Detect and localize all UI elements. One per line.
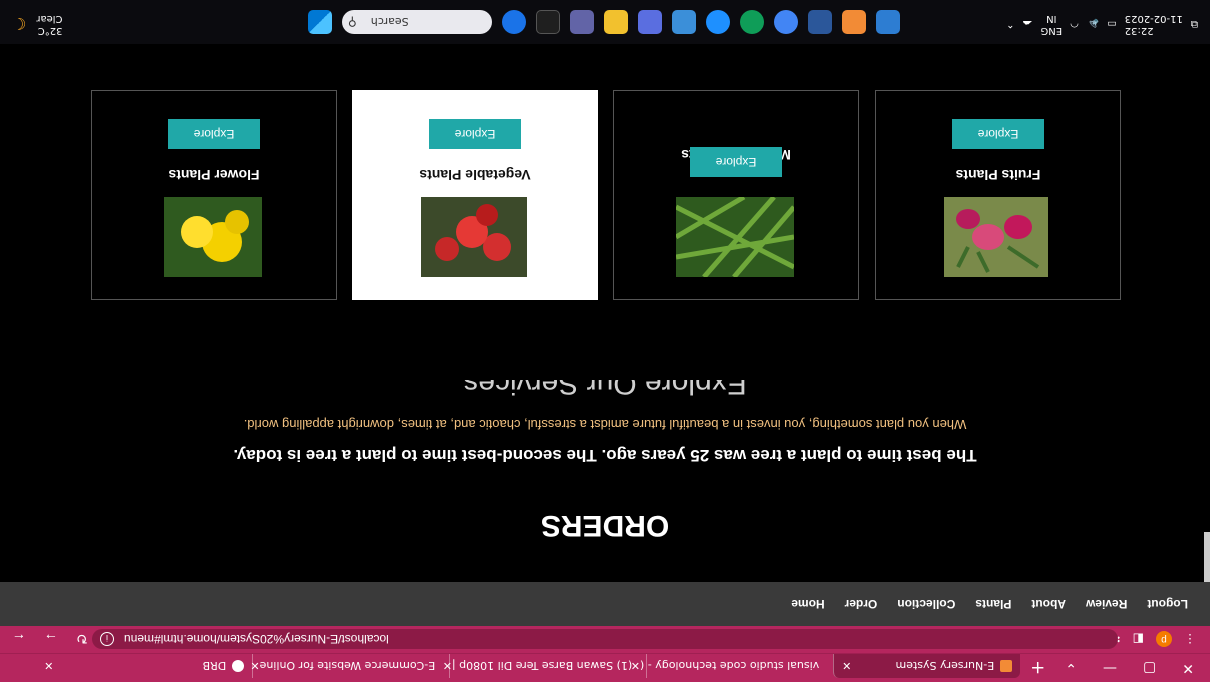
- search-placeholder: Search: [370, 15, 409, 29]
- clock[interactable]: 22:32 11-02-2023: [1125, 12, 1183, 36]
- store-icon[interactable]: [502, 10, 526, 34]
- orders-heading: ORDERS: [540, 509, 670, 542]
- url-field[interactable]: localhost/E-Nursery%20System/home.html#m…: [92, 629, 1118, 649]
- browser-icon[interactable]: [706, 10, 730, 34]
- minimize-window-icon[interactable]: —: [1103, 660, 1117, 676]
- rotated-screen: ✕ ▢ — ⌄ + E-Nursery System ✕ visual stud…: [0, 0, 1210, 682]
- site-navbar: Logout Review About Plants Collection Or…: [0, 582, 1210, 626]
- tab-search-icon[interactable]: ⌄: [1065, 660, 1077, 676]
- card-title: Flower Plants: [168, 167, 260, 183]
- menu-dots-icon[interactable]: ⋮: [1184, 632, 1196, 646]
- tab-label: E-Commerce Website for Online: [259, 659, 436, 673]
- info-icon[interactable]: i: [100, 632, 114, 646]
- card-title: Fruits Plants: [955, 167, 1041, 183]
- explore-vegetable-button[interactable]: Explore: [429, 119, 521, 149]
- language-indicator[interactable]: ENG IN: [1041, 12, 1063, 36]
- tab-label: (1) Sawan Barse Tere Dil 1080p |: [451, 659, 633, 673]
- vscode-icon[interactable]: [876, 10, 900, 34]
- system-tray: ⧉ 22:32 11-02-2023 ▭ 🔈 ◠ ENG IN ☁ ⌃: [1006, 12, 1198, 36]
- nav-review[interactable]: Review: [1086, 597, 1127, 611]
- wifi-icon[interactable]: ◠: [1070, 19, 1079, 30]
- notification-icon[interactable]: ⧉: [1191, 19, 1198, 30]
- explore-fruits-button[interactable]: Explore: [952, 119, 1044, 149]
- edge-icon[interactable]: [740, 10, 764, 34]
- flower-photo: [164, 197, 262, 277]
- meet-icon[interactable]: [570, 10, 594, 34]
- cloud-icon[interactable]: ☁: [1023, 19, 1033, 30]
- weather-widget[interactable]: 32°C Clear ☾: [12, 12, 63, 36]
- lang-code: ENG: [1040, 25, 1063, 36]
- globe-icon: [232, 660, 245, 672]
- xampp-icon: [1000, 660, 1013, 672]
- close-tab-icon[interactable]: ✕: [44, 660, 53, 673]
- nav-about[interactable]: About: [1031, 597, 1066, 611]
- tab-youtube[interactable]: (1) Sawan Barse Tere Dil 1080p | ✕: [443, 654, 647, 678]
- nav-plants[interactable]: Plants: [975, 597, 1011, 611]
- taskbar-search[interactable]: Search ⚲: [342, 10, 492, 34]
- weather-text-block: 32°C Clear: [36, 12, 62, 36]
- medicinal-photo: [676, 197, 794, 277]
- tab-vscode-search[interactable]: visual studio code technology - ( ✕: [631, 654, 834, 678]
- back-icon[interactable]: ←: [12, 630, 26, 647]
- close-window-icon[interactable]: ✕: [1182, 660, 1194, 676]
- windows-taskbar: ⧉ 22:32 11-02-2023 ▭ 🔈 ◠ ENG IN ☁ ⌃ Sear…: [0, 0, 1210, 44]
- tab-label: DRB: [202, 659, 227, 673]
- nav-order[interactable]: Order: [845, 597, 878, 611]
- nav-home[interactable]: Home: [791, 597, 824, 611]
- window-controls: ✕ ▢ — ⌄: [1055, 660, 1210, 676]
- sidebar-icon[interactable]: ◧: [1133, 632, 1144, 646]
- forward-icon[interactable]: →: [44, 630, 58, 647]
- word-icon[interactable]: [808, 10, 832, 34]
- tab-drb[interactable]: DRB ✕: [36, 654, 252, 678]
- task-view-icon[interactable]: [536, 10, 560, 34]
- explore-flower-button[interactable]: Explore: [168, 119, 260, 149]
- clock-time: 22:32: [1124, 25, 1154, 36]
- region-code: IN: [1046, 13, 1057, 24]
- explore-medicinal-button[interactable]: Explore: [690, 147, 782, 177]
- vegetable-photo: [421, 197, 527, 277]
- fruit-photo: [944, 197, 1048, 277]
- browser-tab-bar: ✕ ▢ — ⌄ + E-Nursery System ✕ visual stud…: [0, 654, 1210, 682]
- nav-logout[interactable]: Logout: [1147, 597, 1188, 611]
- quote-secondary: When you plant something, you invest in …: [243, 417, 967, 432]
- teams-icon[interactable]: [638, 10, 662, 34]
- card-vegetable-plants: Vegetable Plants Explore: [352, 90, 598, 300]
- card-fruits-plants: Fruits Plants Explore: [875, 90, 1121, 300]
- tab-ecommerce[interactable]: E-Commerce Website for Online ✕: [250, 654, 450, 678]
- nav-buttons: ↻ → ←: [12, 630, 88, 647]
- tab-label: E-Nursery System: [895, 659, 995, 673]
- restore-window-icon[interactable]: ▢: [1143, 660, 1156, 676]
- app-icon[interactable]: [672, 10, 696, 34]
- chevron-up-icon[interactable]: ⌃: [1006, 19, 1014, 30]
- moon-icon: ☾: [12, 14, 27, 34]
- quote-primary: The best time to plant a tree was 25 yea…: [233, 446, 977, 465]
- battery-icon[interactable]: ▭: [1107, 19, 1116, 30]
- tab-label: visual studio code technology - (: [640, 659, 820, 673]
- url-text: localhost/E-Nursery%20System/home.html#m…: [124, 632, 389, 646]
- card-medicinal-plants: Medicinal Plants Explore: [613, 90, 859, 300]
- services-heading: Explore Our Services: [0, 380, 1210, 398]
- card-title: Vegetable Plants: [419, 167, 531, 183]
- nav-collection[interactable]: Collection: [897, 597, 955, 611]
- profile-avatar[interactable]: p: [1156, 631, 1172, 647]
- weather-temp: 32°C: [37, 25, 63, 36]
- reload-icon[interactable]: ↻: [76, 630, 88, 647]
- chrome-icon[interactable]: [774, 10, 798, 34]
- card-flower-plants: Flower Plants Explore: [91, 90, 337, 300]
- weather-condition: Clear: [36, 13, 63, 24]
- close-tab-icon[interactable]: ✕: [842, 660, 851, 673]
- volume-icon[interactable]: 🔈: [1087, 19, 1099, 30]
- search-icon: ⚲: [348, 15, 357, 29]
- browser-address-bar: ⋮ p ◧ ✱ ▣ ☆ ⇪ ⚷ localhost/E-Nursery%20Sy…: [0, 625, 1210, 654]
- new-tab-button[interactable]: +: [1020, 658, 1055, 679]
- folder-icon[interactable]: [604, 10, 628, 34]
- xampp-taskbar-icon[interactable]: [842, 10, 866, 34]
- services-heading-text: Explore Our Services: [463, 380, 747, 398]
- taskbar-apps: Search ⚲: [308, 10, 900, 34]
- clock-date: 11-02-2023: [1124, 13, 1183, 24]
- windows-start-icon[interactable]: [308, 10, 332, 34]
- tab-e-nursery[interactable]: E-Nursery System ✕: [833, 654, 1021, 678]
